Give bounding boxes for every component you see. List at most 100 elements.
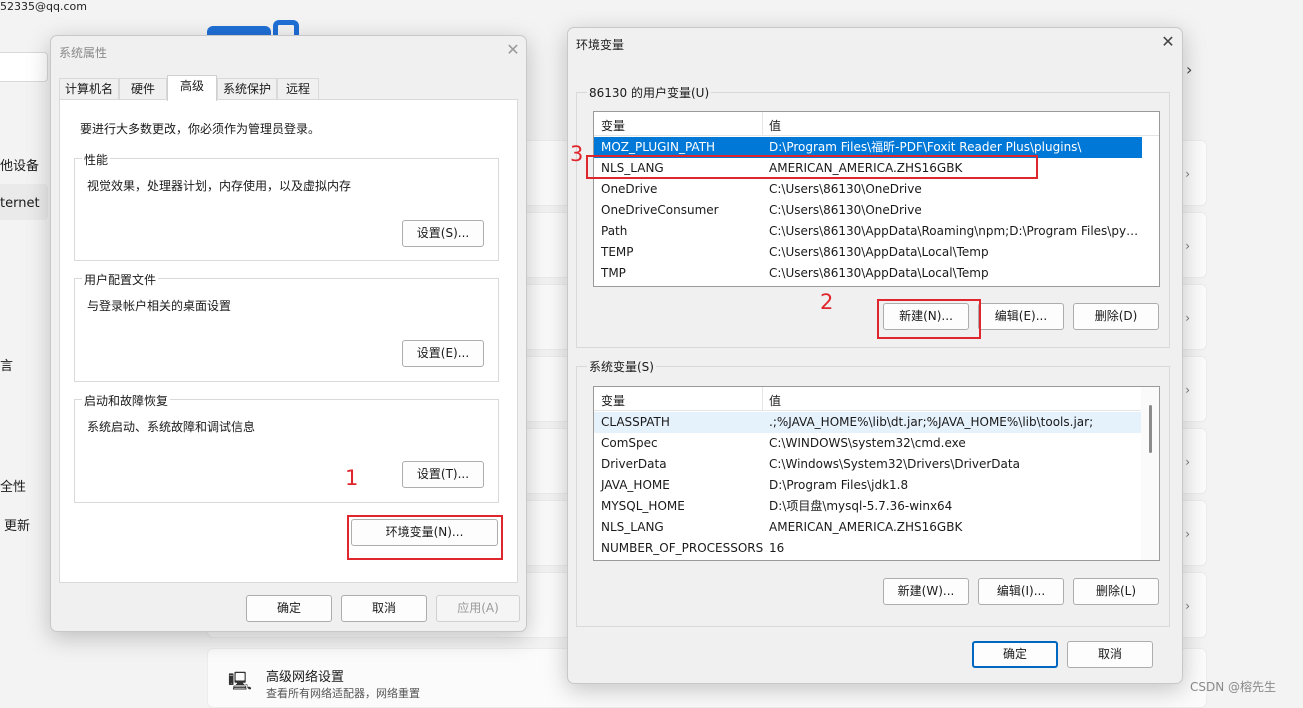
var-value: D:\Program Files\jdk1.8 — [769, 478, 909, 492]
account-email: 52335@qq.com — [0, 0, 87, 13]
tab-remote[interactable]: 远程 — [277, 78, 319, 100]
chevron-right-icon: › — [1185, 239, 1190, 253]
var-name: DriverData — [601, 457, 667, 471]
system-var-row[interactable]: NUMBER_OF_PROCESSORS 16 — [594, 538, 1142, 559]
var-value: .;%JAVA_HOME%\lib\dt.jar;%JAVA_HOME%\lib… — [769, 415, 1094, 429]
apply-button[interactable]: 应用(A) — [436, 595, 520, 622]
close-icon[interactable]: ✕ — [1156, 32, 1180, 51]
column-separator[interactable] — [762, 112, 763, 136]
sidebar-item-language[interactable]: 言 — [0, 355, 13, 374]
var-name: TEMP — [601, 245, 634, 259]
system-var-row[interactable]: ComSpec C:\WINDOWS\system32\cmd.exe — [594, 433, 1142, 454]
ok-button[interactable]: 确定 — [246, 595, 332, 622]
sidebar-item-internet[interactable]: ternet — [0, 196, 40, 211]
chevron-right-icon[interactable]: › — [1186, 60, 1192, 79]
var-name: TMP — [601, 266, 626, 280]
profile-settings-button[interactable]: 设置(E)... — [402, 340, 484, 367]
network-adapter-icon: 🖳 — [228, 671, 253, 692]
chevron-right-icon: › — [1185, 527, 1190, 541]
tab-computer-name[interactable]: 计算机名 — [59, 78, 119, 100]
user-delete-button[interactable]: 删除(D) — [1073, 303, 1159, 330]
var-value: C:\Users\86130\OneDrive — [769, 203, 922, 217]
column-header-value[interactable]: 值 — [769, 117, 781, 134]
step-number-3: 3 — [570, 142, 584, 166]
user-var-row[interactable]: OneDrive C:\Users\86130\OneDrive — [594, 179, 1142, 200]
user-new-button[interactable]: 新建(N)... — [883, 303, 969, 330]
user-var-row[interactable]: NLS_LANG AMERICAN_AMERICA.ZHS16GBK — [594, 158, 1142, 179]
performance-settings-button[interactable]: 设置(S)... — [402, 220, 484, 247]
chevron-right-icon: › — [1185, 383, 1190, 397]
chevron-right-icon: › — [1185, 311, 1190, 325]
environment-variables-button[interactable]: 环境变量(N)... — [351, 519, 498, 546]
tab-hardware[interactable]: 硬件 — [119, 78, 167, 100]
system-properties-dialog: 系统属性 ✕ 计算机名 硬件 高级 系统保护 远程 要进行大多数更改，你必须作为… — [50, 35, 527, 632]
system-var-row[interactable]: DriverData C:\Windows\System32\Drivers\Dr… — [594, 454, 1142, 475]
system-new-button[interactable]: 新建(W)... — [883, 578, 969, 605]
settings-search-box[interactable] — [0, 52, 48, 82]
group-title: 86130 的用户变量(U) — [587, 84, 712, 101]
sidebar-item-security[interactable]: 全性 — [0, 476, 26, 495]
system-var-row[interactable]: NLS_LANG AMERICAN_AMERICA.ZHS16GBK — [594, 517, 1142, 538]
admin-note: 要进行大多数更改，你必须作为管理员登录。 — [80, 122, 321, 136]
list-header: 变量 值 — [594, 112, 1159, 136]
var-name: JAVA_HOME — [601, 478, 670, 492]
var-value: C:\Windows\System32\Drivers\DriverData — [769, 457, 1020, 471]
group-desc: 与登录帐户相关的桌面设置 — [87, 299, 232, 313]
step-number-1: 1 — [345, 466, 359, 490]
system-var-row[interactable]: JAVA_HOME D:\Program Files\jdk1.8 — [594, 475, 1142, 496]
step-number-2: 2 — [820, 290, 834, 314]
chevron-right-icon: › — [1185, 167, 1190, 181]
var-value: D:\Program Files\福昕-PDF\Foxit Reader Plu… — [769, 140, 1082, 154]
system-var-row[interactable]: MYSQL_HOME D:\项目盘\mysql-5.7.36-winx64 — [594, 496, 1142, 517]
watermark: CSDN @榕先生 — [1190, 680, 1277, 694]
group-desc: 系统启动、系统故障和调试信息 — [87, 420, 256, 434]
var-name: NLS_LANG — [601, 520, 664, 534]
column-separator[interactable] — [762, 387, 763, 411]
column-header-variable[interactable]: 变量 — [601, 117, 625, 134]
card-subtitle: 查看所有网络适配器，网络重置 — [266, 687, 420, 700]
startup-recovery-group: 启动和故障恢复 系统启动、系统故障和调试信息 设置(T)... — [74, 392, 499, 503]
performance-group: 性能 视觉效果，处理器计划，内存使用，以及虚拟内存 设置(S)... — [74, 151, 499, 261]
user-var-row[interactable]: Path C:\Users\86130\AppData\Roaming\npm;D… — [594, 221, 1142, 242]
user-var-row[interactable]: OneDriveConsumer C:\Users\86130\OneDrive — [594, 200, 1142, 221]
system-edit-button[interactable]: 编辑(I)... — [978, 578, 1064, 605]
cancel-button[interactable]: 取消 — [1067, 641, 1153, 668]
user-variables-group: 86130 的用户变量(U) 变量 值 MOZ_PLUGIN_PATH D:\Pr… — [576, 84, 1170, 348]
var-value: C:\Users\86130\AppData\Local\Temp — [769, 245, 989, 259]
system-variables-group: 系统变量(S) 变量 值 CLASSPATH .;%JAVA_HOME%\lib\… — [576, 358, 1170, 627]
column-header-value[interactable]: 值 — [769, 392, 781, 409]
scrollbar-thumb[interactable] — [1149, 405, 1152, 453]
advanced-tab-panel: 要进行大多数更改，你必须作为管理员登录。 性能 视觉效果，处理器计划，内存使用，… — [59, 99, 518, 583]
cancel-button[interactable]: 取消 — [341, 595, 427, 622]
var-value: D:\项目盘\mysql-5.7.36-winx64 — [769, 499, 953, 513]
chevron-right-icon: › — [1185, 455, 1190, 469]
var-name: CLASSPATH — [601, 415, 670, 429]
startup-settings-button[interactable]: 设置(T)... — [402, 461, 484, 488]
user-var-row[interactable]: TMP C:\Users\86130\AppData\Local\Temp — [594, 263, 1142, 284]
sidebar-item-devices[interactable]: 他设备 — [0, 155, 39, 174]
system-variables-list[interactable]: 变量 值 CLASSPATH .;%JAVA_HOME%\lib\dt.jar;%… — [593, 386, 1160, 561]
dialog-title: 环境变量 — [576, 38, 625, 52]
list-header: 变量 值 — [594, 387, 1159, 411]
var-value: C:\Users\86130\AppData\Local\Temp — [769, 266, 989, 280]
user-edit-button[interactable]: 编辑(E)... — [978, 303, 1064, 330]
system-delete-button[interactable]: 删除(L) — [1073, 578, 1159, 605]
var-value: AMERICAN_AMERICA.ZHS16GBK — [769, 161, 963, 175]
var-name: ComSpec — [601, 436, 658, 450]
var-value: C:\WINDOWS\system32\cmd.exe — [769, 436, 966, 450]
user-var-row[interactable]: TEMP C:\Users\86130\AppData\Local\Temp — [594, 242, 1142, 263]
tab-system-protection[interactable]: 系统保护 — [217, 78, 277, 100]
user-var-row[interactable]: MOZ_PLUGIN_PATH D:\Program Files\福昕-PDF\F… — [594, 137, 1142, 158]
environment-variables-dialog: 环境变量 ✕ 86130 的用户变量(U) 变量 值 MOZ_PLUGIN_PA… — [567, 27, 1183, 684]
ok-button[interactable]: 确定 — [972, 641, 1058, 668]
vertical-scrollbar[interactable] — [1141, 387, 1159, 560]
close-icon[interactable]: ✕ — [501, 40, 525, 59]
var-value: 16 — [769, 541, 785, 555]
user-variables-list[interactable]: 变量 值 MOZ_PLUGIN_PATH D:\Program Files\福昕-… — [593, 111, 1160, 287]
tab-advanced[interactable]: 高级 — [167, 75, 217, 101]
column-header-variable[interactable]: 变量 — [601, 392, 625, 409]
system-var-row[interactable]: CLASSPATH .;%JAVA_HOME%\lib\dt.jar;%JAVA_… — [594, 412, 1142, 433]
chevron-right-icon: › — [1185, 599, 1190, 613]
sidebar-item-update[interactable]: 更新 — [4, 515, 30, 534]
var-name: NLS_LANG — [601, 161, 664, 175]
